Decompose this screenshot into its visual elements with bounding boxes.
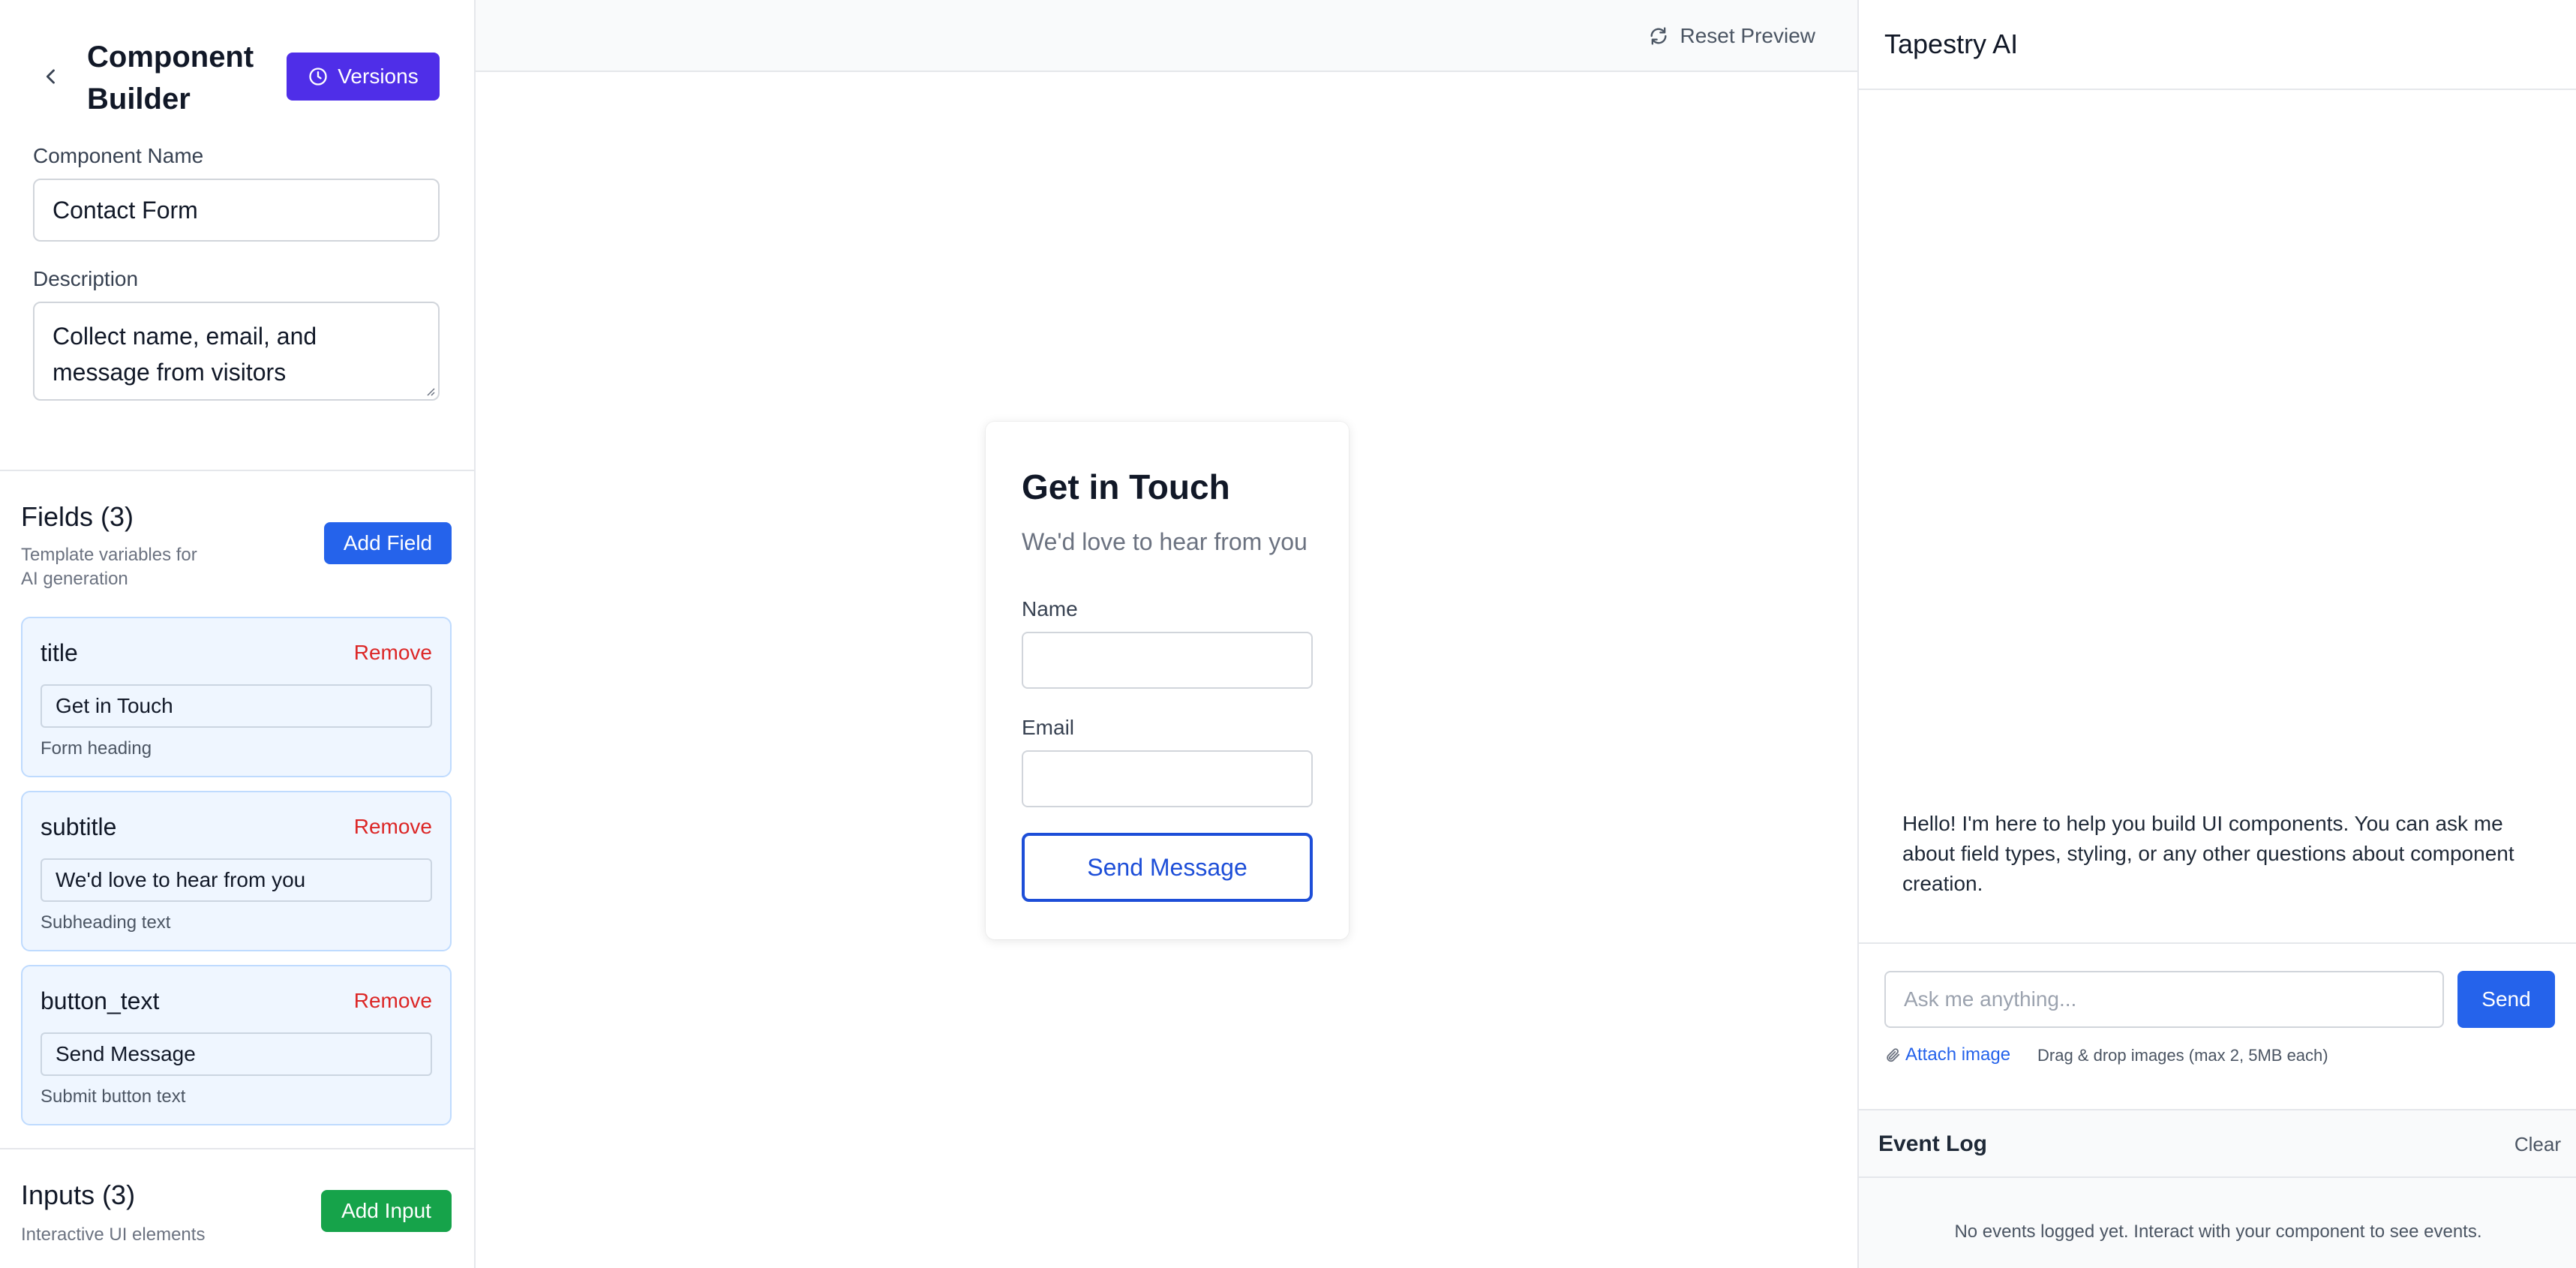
name-input[interactable] [1022,632,1313,689]
assistant-panel: Tapestry AI Hello! I'm here to help you … [1857,0,2576,1268]
description-label: Description [33,267,139,290]
email-field-label: Email [1022,716,1075,739]
component-name-label: Component Name [33,144,204,167]
preview-area: Reset Preview Get in Touch We'd love to … [476,0,1857,1268]
fields-section-subtitle-line1: Template variables for [21,545,197,565]
description-text: Collect name, email, and message from vi… [53,323,317,386]
remove-field-button[interactable]: Remove [354,641,432,665]
section-divider [0,470,474,471]
chat-composer: Ask me anything... Send Attach image Dra… [1859,942,2576,1110]
email-input[interactable] [1022,750,1313,807]
section-divider [0,1148,474,1149]
description-textarea[interactable]: Collect name, email, and message from vi… [33,302,440,401]
assistant-message: Hello! I'm here to help you build UI com… [1902,812,2514,895]
clear-events-button[interactable]: Clear [2514,1133,2561,1156]
field-card: subtitle Remove We'd love to hear from y… [21,791,452,951]
paperclip-icon [1887,1048,1900,1062]
fields-section-title: Fields (3) [21,501,134,532]
field-card: title Remove Get in Touch Form heading [21,617,452,777]
field-value-input[interactable]: Get in Touch [41,684,432,728]
field-description: Form heading [41,738,152,759]
field-key: button_text [41,987,160,1014]
refresh-icon [1650,27,1667,45]
event-log: Event Log Clear No events logged yet. In… [1859,1109,2576,1268]
form-title: Get in Touch [1022,467,1230,506]
remove-field-button[interactable]: Remove [354,815,432,839]
attach-image-label: Attach image [1905,1044,2011,1065]
inputs-section-subtitle: Interactive UI elements [21,1224,206,1245]
field-key: subtitle [41,813,117,840]
reset-preview-label: Reset Preview [1680,24,1815,47]
remove-field-button[interactable]: Remove [354,989,432,1013]
back-button[interactable] [38,63,65,90]
reset-preview-button[interactable]: Reset Preview [1648,20,1815,53]
versions-button[interactable]: Versions [287,53,440,101]
chevron-left-icon [46,69,55,84]
page-title: Component Builder [87,41,254,116]
name-field-label: Name [1022,597,1078,620]
preview-toolbar: Reset Preview [476,0,1857,72]
add-field-button[interactable]: Add Field [324,522,452,564]
field-description: Submit button text [41,1086,186,1107]
field-key: title [41,639,78,666]
attach-image-button[interactable]: Attach image [1884,1043,2010,1067]
field-value-input[interactable]: We'd love to hear from you [41,858,432,902]
contact-form-card: Get in Touch We'd love to hear from you … [986,422,1349,939]
event-log-header: Event Log Clear [1859,1110,2576,1178]
attach-hint: Drag & drop images (max 2, 5MB each) [2037,1046,2328,1065]
send-message-button[interactable]: Send Message [1022,833,1313,902]
empty-events-message: No events logged yet. Interact with your… [1954,1221,2482,1242]
clock-icon [309,68,327,86]
assistant-header: Tapestry AI [1859,0,2576,90]
field-value-input[interactable]: Send Message [41,1032,432,1076]
event-log-title: Event Log [1878,1131,1988,1156]
form-subtitle: We'd love to hear from you [1022,528,1308,555]
add-input-button[interactable]: Add Input [321,1190,452,1232]
field-description: Subheading text [41,912,171,933]
assistant-title: Tapestry AI [1884,29,2019,59]
chat-input[interactable]: Ask me anything... [1884,971,2444,1028]
builder-sidebar: Component Builder Versions Component Nam… [0,0,476,1268]
fields-section-subtitle-line2: AI generation [21,569,128,589]
resize-grip-icon[interactable] [425,386,435,396]
inputs-section-title: Inputs (3) [21,1179,136,1210]
versions-button-label: Versions [338,65,419,88]
component-name-input[interactable]: Contact Form [33,179,440,242]
send-button[interactable]: Send [2457,971,2555,1028]
app-root: Component Builder Versions Component Nam… [0,0,2576,1268]
field-card: button_text Remove Send Message Submit b… [21,965,452,1125]
